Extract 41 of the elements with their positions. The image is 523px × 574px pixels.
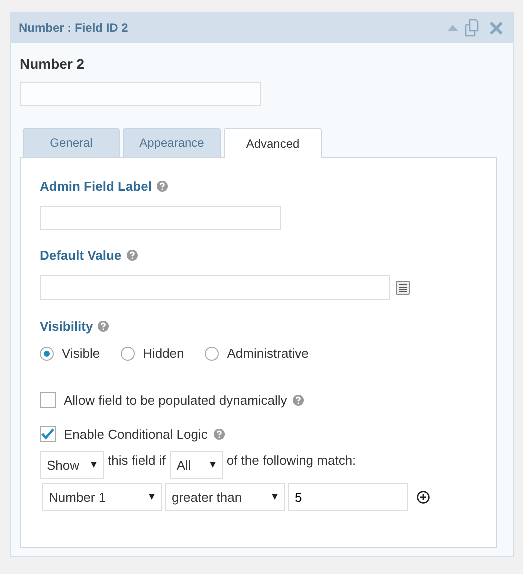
close-icon[interactable]: [490, 22, 503, 34]
field-select[interactable]: Number 1: [42, 483, 162, 511]
caret-icon: [149, 494, 155, 500]
condition-text: of the following match:: [226, 452, 356, 468]
action-select[interactable]: Show: [40, 451, 104, 479]
radio-label: Hidden: [143, 346, 184, 361]
help-icon[interactable]: [156, 180, 168, 192]
operator-select[interactable]: greater than: [165, 483, 285, 511]
rule-value-field[interactable]: 5: [288, 483, 408, 511]
tab[interactable]: Advanced: [224, 128, 322, 158]
caret-icon: [272, 494, 278, 500]
default-value-field[interactable]: [40, 275, 390, 300]
checkbox[interactable]: [40, 392, 56, 408]
merge-tag-icon[interactable]: [396, 280, 410, 294]
setting-label: Admin Field Label: [40, 178, 152, 194]
checkbox-label: Enable Conditional Logic: [64, 426, 208, 442]
help-icon[interactable]: [98, 320, 110, 332]
radio-label: Visible: [62, 346, 100, 361]
caret-icon: [210, 462, 216, 468]
admin-label-field[interactable]: [40, 206, 281, 230]
radio-label: Administrative: [227, 346, 309, 361]
setting-label: Default Value: [40, 248, 122, 262]
help-icon[interactable]: [126, 250, 138, 260]
collapse-icon[interactable]: [448, 25, 458, 31]
help-icon[interactable]: [214, 428, 225, 440]
add-icon[interactable]: [417, 490, 430, 504]
caret-icon: [91, 462, 97, 468]
radio-button[interactable]: [121, 346, 136, 360]
field-label: Number 2: [20, 56, 86, 74]
checkbox[interactable]: [40, 426, 56, 442]
radio-button[interactable]: [205, 346, 220, 360]
help-icon[interactable]: [293, 394, 304, 406]
input-field[interactable]: [20, 82, 261, 106]
panel-title: Number : Field ID 2: [19, 21, 128, 35]
tab[interactable]: Appearance: [123, 128, 221, 157]
condition-text: this field if: [108, 452, 166, 468]
radio-button[interactable]: [40, 346, 54, 360]
checkbox-label: Allow field to be populated dynamically: [64, 392, 288, 408]
setting-label: Visibility: [40, 318, 94, 334]
logic-select[interactable]: All: [170, 451, 223, 479]
tab[interactable]: General: [23, 128, 120, 157]
